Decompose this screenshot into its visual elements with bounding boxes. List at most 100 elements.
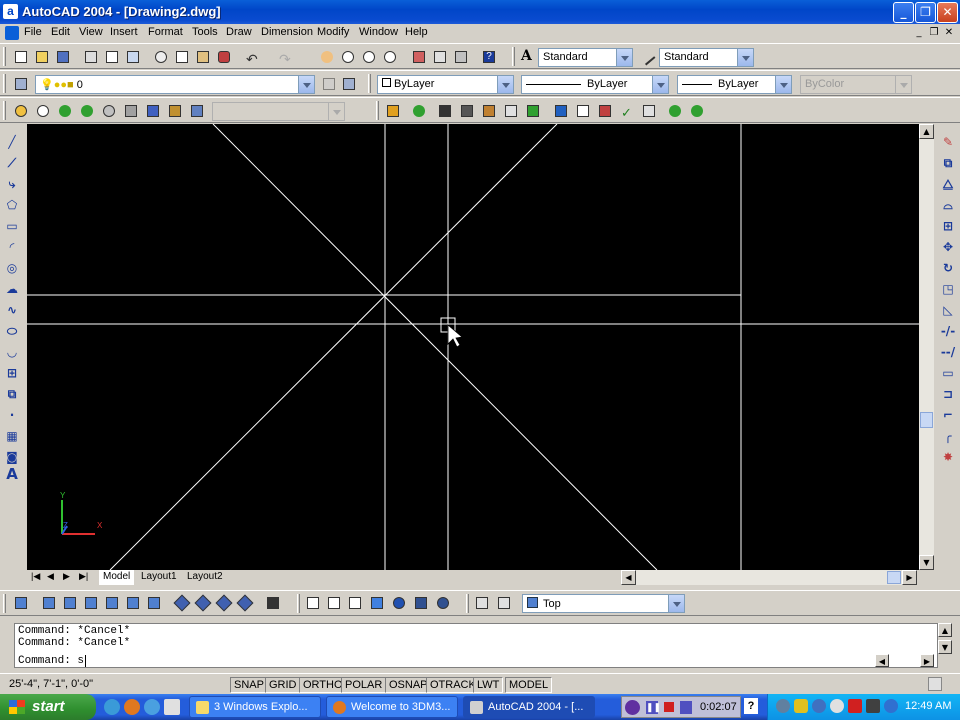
materials-icon[interactable] [122, 102, 140, 120]
attribute-icon[interactable] [480, 102, 498, 120]
se-iso-icon[interactable] [194, 594, 212, 612]
dimension-style-dropdown[interactable]: Standard [659, 48, 754, 67]
recorder-menu-icon[interactable] [680, 701, 692, 714]
publish-icon[interactable] [124, 48, 142, 66]
scroll-left-button[interactable]: ◀ [621, 570, 636, 585]
arc-icon[interactable]: ◜ [4, 239, 20, 255]
tab-model[interactable]: Model [99, 570, 135, 585]
toolbar-grip[interactable] [297, 594, 300, 613]
zoom-realtime-icon[interactable] [339, 48, 357, 66]
menu-window[interactable]: Window [359, 26, 398, 38]
pause-icon[interactable]: ❚❚ [646, 701, 661, 714]
menu-format[interactable]: Format [148, 26, 183, 38]
autocad-app-icon[interactable]: a [3, 4, 18, 19]
tree-icon[interactable] [666, 102, 684, 120]
lineweight-dropdown[interactable]: ByLayer [677, 75, 792, 94]
sheet-set-icon[interactable] [640, 102, 658, 120]
help-icon[interactable]: ? [480, 48, 498, 66]
otrack-toggle[interactable]: OTRACK [426, 677, 480, 693]
paste-icon[interactable] [194, 48, 212, 66]
toolbar-grip[interactable] [368, 74, 371, 93]
front-view-icon[interactable] [124, 594, 142, 612]
render-icon[interactable] [56, 102, 74, 120]
check-icon[interactable]: ✓ [618, 102, 636, 120]
explode-icon[interactable]: ✸ [940, 449, 956, 465]
task-explorer[interactable]: 3 Windows Explo... [189, 696, 321, 718]
polar-toggle[interactable]: POLAR [341, 677, 387, 693]
open-icon[interactable] [33, 48, 51, 66]
menu-draw[interactable]: Draw [226, 26, 252, 38]
toolbar-grip[interactable] [466, 594, 469, 613]
flat-shaded-icon[interactable] [368, 594, 386, 612]
named-views-icon[interactable] [12, 594, 30, 612]
clip-icon[interactable] [458, 102, 476, 120]
ucs-world-icon[interactable] [495, 594, 513, 612]
cmd-scroll-left-button[interactable]: ◀ [875, 654, 889, 667]
menu-modify[interactable]: Modify [317, 26, 349, 38]
make-layer-current-icon[interactable] [320, 75, 338, 93]
security-shield-icon[interactable] [794, 699, 808, 713]
make-block-icon[interactable]: ⧉ [4, 386, 20, 402]
menu-view[interactable]: View [79, 26, 103, 38]
layer-manager-icon[interactable] [12, 75, 30, 93]
scroll-thumb[interactable] [920, 412, 933, 428]
connection-icon[interactable] [884, 699, 898, 713]
clock[interactable]: 12:49 AM [905, 700, 951, 712]
start-button[interactable]: start [0, 694, 96, 720]
print-icon[interactable] [82, 48, 100, 66]
prev-tab-button[interactable]: ◀ [43, 570, 58, 585]
ref-edit-icon[interactable] [524, 102, 542, 120]
ellipse-arc-icon[interactable]: ◡ [4, 344, 20, 360]
match-properties-icon[interactable] [215, 48, 233, 66]
zoom-dynamic-icon[interactable] [34, 102, 52, 120]
image-icon[interactable] [436, 102, 454, 120]
camera-icon[interactable] [264, 594, 282, 612]
landscape-icon[interactable] [144, 102, 162, 120]
first-tab-button[interactable]: |◀ [27, 570, 44, 585]
point-icon[interactable] [12, 102, 30, 120]
mdi-close-button[interactable]: ✕ [942, 27, 956, 40]
users-icon[interactable] [812, 699, 826, 713]
tray-settings-icon[interactable] [928, 677, 942, 691]
redo-icon[interactable]: ↷ [276, 48, 294, 67]
design-center-icon[interactable] [431, 48, 449, 66]
fillet-icon[interactable]: ╭ [940, 428, 956, 444]
drawing-canvas[interactable]: Y X Z [27, 124, 919, 570]
menu-file[interactable]: File [24, 26, 42, 38]
insert-block-icon[interactable] [384, 102, 402, 120]
command-prompt[interactable]: Command: s [18, 655, 934, 667]
dim-style-icon[interactable] [638, 48, 656, 66]
offset-icon[interactable]: ⌓ [940, 197, 956, 213]
circle-icon[interactable]: ◎ [4, 260, 20, 276]
ole-icon[interactable] [502, 102, 520, 120]
point-draw-icon[interactable]: · [4, 407, 20, 423]
ie-quicklaunch-icon[interactable] [104, 699, 120, 715]
menu-insert[interactable]: Insert [110, 26, 138, 38]
array-icon[interactable]: ⊞ [940, 218, 956, 234]
right-view-icon[interactable] [103, 594, 121, 612]
antivirus-icon[interactable] [848, 699, 862, 713]
cmd-scroll-up-button[interactable]: ▲ [938, 623, 952, 637]
ellipse-icon[interactable]: ⬭ [4, 323, 20, 339]
toolbar-grip[interactable] [3, 47, 6, 66]
cut-icon[interactable] [152, 48, 170, 66]
copy-object-icon[interactable]: ⧉ [940, 155, 956, 171]
scene-icon[interactable] [78, 102, 96, 120]
save-icon[interactable] [54, 48, 72, 66]
next-tab-button[interactable]: ▶ [59, 570, 74, 585]
last-tab-button[interactable]: ▶| [75, 570, 92, 585]
firefox-quicklaunch-icon[interactable] [124, 699, 140, 715]
undo-icon[interactable]: ↶ [243, 48, 261, 67]
vertical-scrollbar[interactable]: ▲ ▼ [919, 124, 934, 570]
toolbar-grip[interactable] [3, 101, 6, 120]
cmd-scroll-down-button[interactable]: ▼ [938, 640, 952, 654]
task-autocad[interactable]: AutoCAD 2004 - [... [463, 696, 595, 718]
bottom-view-icon[interactable] [61, 594, 79, 612]
scroll-right-button[interactable]: ▶ [902, 570, 917, 585]
ucs-view-dropdown[interactable]: Top [522, 594, 685, 613]
desktop-quicklaunch-icon[interactable] [164, 699, 180, 715]
text-style-icon[interactable]: A [518, 48, 536, 66]
plant-icon[interactable] [688, 102, 706, 120]
sw-iso-icon[interactable] [173, 594, 191, 612]
copy-icon[interactable] [173, 48, 191, 66]
